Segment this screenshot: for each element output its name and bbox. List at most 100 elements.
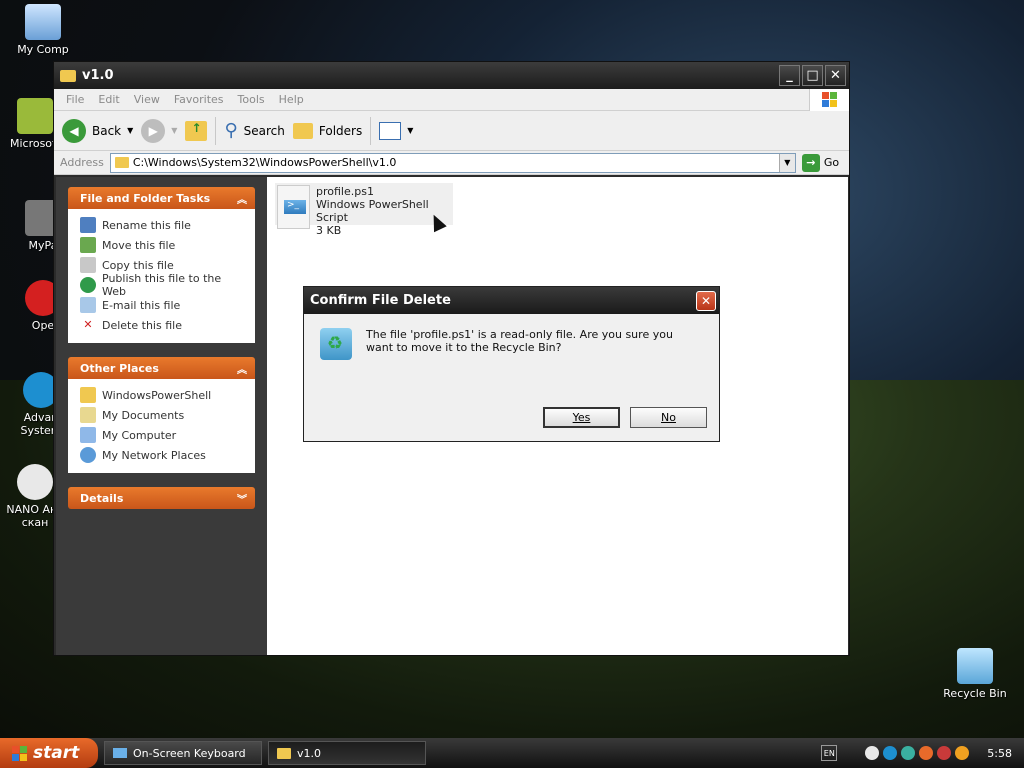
task-label: E-mail this file [102,298,181,312]
group-title: Details [80,491,124,505]
dialog-titlebar[interactable]: Confirm File Delete ✕ [304,287,719,314]
desktop-icon-label: Ope [31,319,55,332]
menu-edit[interactable]: Edit [98,93,119,106]
place-my-documents[interactable]: My Documents [80,405,243,425]
menu-view[interactable]: View [134,93,160,106]
back-button[interactable]: ◀ Back ▼ [62,118,133,143]
collapse-chevron-icon: ︽ [237,194,247,206]
expand-chevron-icon: ︾ [237,494,247,506]
toolbar-separator [370,116,372,145]
back-label: Back [92,123,122,138]
file-item-profile[interactable]: >_ profile.ps1 Windows PowerShell Script… [275,183,453,237]
dialog-title: Confirm File Delete [310,293,451,308]
desktop-icon-recycle-bin[interactable]: Recycle Bin [940,648,1010,700]
desktop-icon-my-computer[interactable]: My Comp [8,4,78,56]
window-titlebar[interactable]: v1.0 _ □ ✕ [54,62,849,89]
taskbar-onscreen-keyboard[interactable]: On-Screen Keyboard [104,741,262,765]
desktop-icon-label: My Comp [17,43,69,56]
up-folder-button[interactable]: ↑ [185,120,208,141]
toolbar: ◀ Back ▼ ▶ ▼ ↑ ⚲ Search Folders ▼ [54,111,849,151]
forward-button[interactable]: ▶ ▼ [141,118,178,143]
desktop-icon-label: Recycle Bin [943,687,1007,700]
file-folder-tasks-header[interactable]: File and Folder Tasks ︽ [68,187,255,209]
task-label: On-Screen Keyboard [133,746,246,760]
task-move-file[interactable]: Move this file [80,235,243,255]
chevron-down-icon: ▼ [171,126,178,135]
rename-icon [80,217,96,233]
menu-file[interactable]: File [66,93,84,106]
copy-icon [80,257,96,273]
system-tray: EN 5:58 [821,745,1024,761]
delete-x-icon: ✕ [83,318,93,331]
maximize-button[interactable]: □ [802,65,823,86]
menu-tools[interactable]: Tools [238,93,265,106]
tray-app-icon[interactable] [883,746,898,760]
place-my-computer[interactable]: My Computer [80,425,243,445]
place-label: My Documents [102,408,185,422]
details-group: Details ︾ [68,487,255,509]
group-title: File and Folder Tasks [80,191,211,205]
computer-icon [25,4,61,40]
tray-app-icon[interactable] [901,746,916,760]
task-delete-file[interactable]: ✕ Delete this file [80,315,243,335]
folder-icon [80,387,96,403]
close-button[interactable]: ✕ [825,65,846,86]
yes-button[interactable]: Yes [543,407,620,428]
start-label: start [33,743,80,763]
confirm-delete-dialog: Confirm File Delete ✕ The file 'profile.… [303,286,720,442]
place-label: My Computer [102,428,177,442]
place-label: WindowsPowerShell [102,388,212,402]
menu-help[interactable]: Help [279,93,304,106]
taskbar-v1-folder[interactable]: v1.0 [268,741,426,765]
window-title: v1.0 [82,68,114,83]
menu-favorites[interactable]: Favorites [174,93,224,106]
other-places-header[interactable]: Other Places ︽ [68,357,255,379]
search-button[interactable]: ⚲ Search [224,120,284,141]
recycle-bin-icon [320,328,352,360]
no-button[interactable]: No [630,407,707,428]
address-dropdown-icon[interactable]: ▼ [778,153,795,172]
task-label: Copy this file [102,258,174,272]
folders-button[interactable]: Folders [292,122,363,139]
powershell-script-icon: >_ [277,185,310,229]
place-label: My Network Places [102,448,206,462]
task-label: v1.0 [297,746,322,760]
folders-label: Folders [318,123,363,138]
menu-bar: File Edit View Favorites Tools Help [54,88,849,111]
task-pane: File and Folder Tasks ︽ Rename this file… [56,177,267,655]
globe-icon [80,277,96,293]
minimize-button[interactable]: _ [779,65,800,86]
details-header[interactable]: Details ︾ [68,487,255,509]
address-input[interactable] [132,156,775,169]
task-publish-web[interactable]: Publish this file to the Web [80,272,243,298]
taskbar: start On-Screen Keyboard v1.0 EN 5:58 [0,738,1024,768]
tray-shield-icon[interactable] [937,746,952,760]
task-email-file[interactable]: E-mail this file [80,295,243,315]
tray-app-icon[interactable] [865,746,880,760]
language-indicator[interactable]: EN [821,745,838,761]
file-folder-tasks-group: File and Folder Tasks ︽ Rename this file… [68,187,255,343]
task-label: Delete this file [102,318,182,332]
views-button[interactable]: ▼ [379,121,413,140]
address-field[interactable]: ▼ [109,152,796,173]
folder-icon [114,157,129,168]
up-folder-icon: ↑ [185,120,208,141]
task-label: Move this file [102,238,176,252]
go-label: Go [823,156,840,169]
go-button[interactable]: → Go [801,153,840,172]
tray-search-icon[interactable] [955,746,970,760]
task-rename-file[interactable]: Rename this file [80,215,243,235]
network-icon [80,447,96,463]
dialog-close-button[interactable]: ✕ [696,290,716,311]
recycle-bin-icon [957,648,993,684]
place-windows-powershell[interactable]: WindowsPowerShell [80,385,243,405]
back-arrow-icon: ◀ [62,118,86,143]
collapse-chevron-icon: ︽ [237,364,247,376]
tray-app-icon[interactable] [919,746,934,760]
start-button[interactable]: start [0,738,98,768]
folder-icon [60,69,76,82]
keyboard-icon [113,748,127,758]
other-places-group: Other Places ︽ WindowsPowerShell My Docu… [68,357,255,473]
task-label: Publish this file to the Web [102,272,222,298]
place-my-network[interactable]: My Network Places [80,445,243,465]
